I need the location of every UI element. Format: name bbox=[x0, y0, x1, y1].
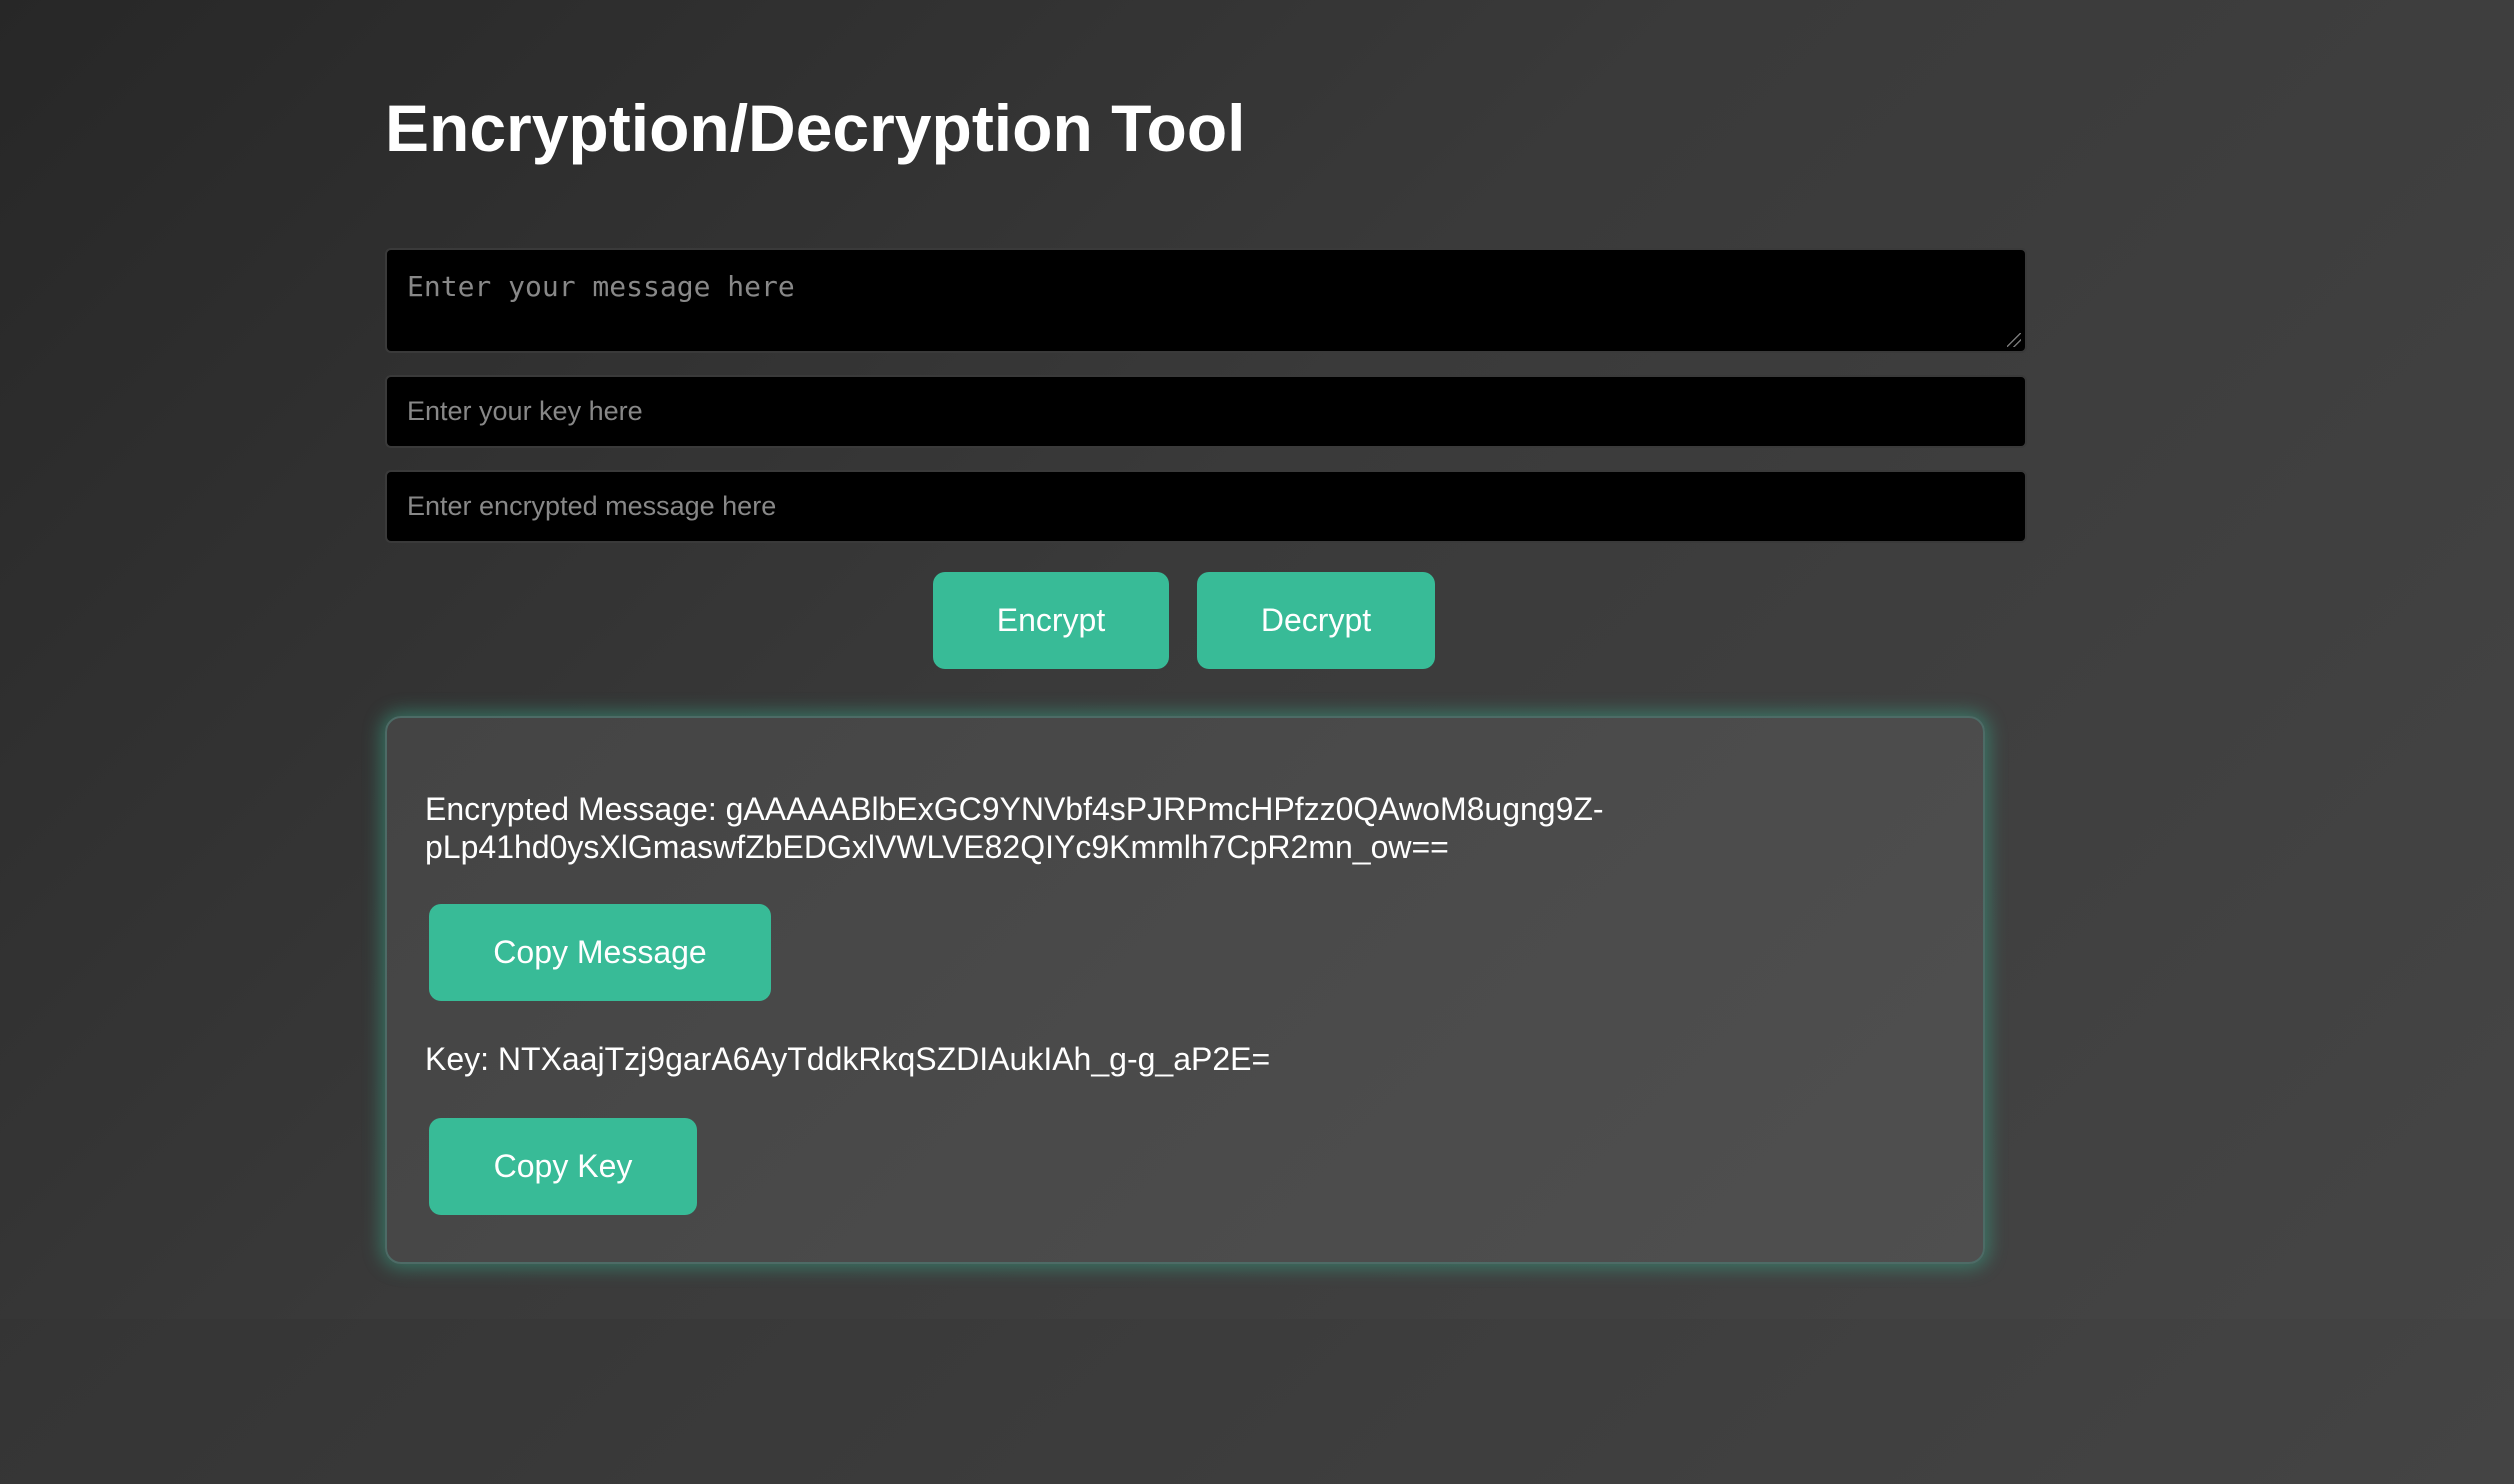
encrypted-message-output: Encrypted Message: gAAAAABlbExGC9YNVbf4s… bbox=[425, 790, 1675, 866]
key-output: Key: NTXaajTzj9garA6AyTddkRkqSZDIAukIAh_… bbox=[425, 1041, 1271, 1077]
key-input[interactable]: Enter your key here bbox=[385, 375, 2027, 448]
encrypted-message-input[interactable]: Enter encrypted message here bbox=[385, 470, 2027, 543]
key-placeholder: Enter your key here bbox=[407, 396, 643, 426]
encrypt-button[interactable]: Encrypt bbox=[933, 572, 1169, 669]
decrypt-button[interactable]: Decrypt bbox=[1197, 572, 1435, 669]
encrypted-message-line-2: pLp41hd0ysXlGmaswfZbEDGxlVWLVE82QIYc9Kmm… bbox=[425, 829, 1449, 865]
encrypted-message-line-1: Encrypted Message: gAAAAABlbExGC9YNVbf4s… bbox=[425, 791, 1604, 827]
resize-handle-icon[interactable] bbox=[2007, 333, 2021, 347]
page-background: Encryption/Decryption Tool Enter your me… bbox=[0, 0, 2514, 1319]
message-placeholder: Enter your message here bbox=[407, 270, 795, 303]
page-title: Encryption/Decryption Tool bbox=[385, 91, 1246, 165]
result-panel: Encrypted Message: gAAAAABlbExGC9YNVbf4s… bbox=[385, 716, 1985, 1264]
encrypted-message-placeholder: Enter encrypted message here bbox=[407, 491, 777, 521]
copy-key-button[interactable]: Copy Key bbox=[429, 1118, 697, 1215]
copy-message-button[interactable]: Copy Message bbox=[429, 904, 771, 1001]
message-textarea[interactable]: Enter your message here bbox=[385, 248, 2027, 353]
